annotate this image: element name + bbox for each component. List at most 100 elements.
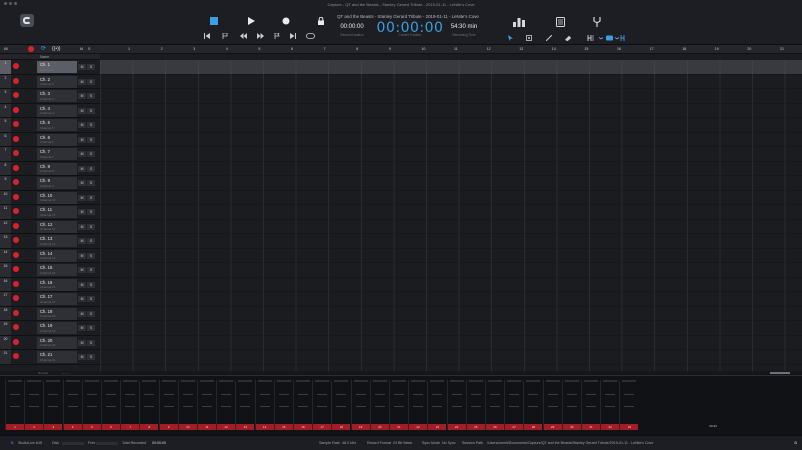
play-button[interactable] bbox=[246, 16, 256, 26]
mute-button[interactable]: M bbox=[78, 209, 86, 215]
track-number[interactable]: 19 bbox=[0, 321, 11, 335]
channel-label[interactable]: 5 bbox=[82, 424, 101, 430]
channel-label[interactable]: 3 bbox=[44, 424, 63, 430]
mute-button[interactable]: M bbox=[78, 310, 86, 317]
track-row[interactable]: 7 Ch. 7 Channel 7 MS bbox=[0, 147, 100, 162]
solo-button[interactable]: S bbox=[87, 78, 95, 85]
mixer-channel-strip[interactable]: 12 bbox=[216, 380, 236, 430]
channel-label[interactable]: 24 bbox=[447, 424, 466, 430]
eraser-tool-button[interactable] bbox=[564, 34, 572, 42]
record-arm-button[interactable] bbox=[13, 63, 19, 69]
mixer-channel-strip[interactable]: 30 bbox=[561, 380, 581, 430]
channel-label[interactable]: 11 bbox=[198, 424, 216, 430]
record-arm-button[interactable] bbox=[13, 324, 19, 330]
bar-number[interactable]: 1 bbox=[128, 47, 130, 51]
track-number[interactable]: 3 bbox=[0, 89, 11, 103]
all-tracks-label[interactable]: All bbox=[4, 47, 8, 51]
go-to-end-button[interactable] bbox=[289, 32, 297, 40]
mute-button[interactable]: M bbox=[78, 122, 86, 128]
mixer-channel-strip[interactable]: 19 bbox=[350, 380, 370, 430]
mixer-channel-strip[interactable]: 7 bbox=[120, 380, 140, 430]
channel-label[interactable]: 8 bbox=[140, 424, 159, 430]
record-arm-button[interactable] bbox=[13, 106, 19, 113]
mixer-channel-strip[interactable]: 23 bbox=[427, 380, 447, 430]
s-header[interactable]: S bbox=[88, 47, 90, 51]
solo-button[interactable]: S bbox=[87, 310, 95, 317]
meters-view-button[interactable] bbox=[512, 16, 526, 28]
mute-button[interactable]: M bbox=[78, 93, 86, 99]
record-arm-button[interactable] bbox=[13, 251, 19, 258]
channel-label[interactable]: 29 bbox=[543, 424, 562, 430]
timeline-grid[interactable] bbox=[100, 60, 802, 371]
stop-button[interactable] bbox=[209, 16, 219, 26]
track-number[interactable]: 1 bbox=[0, 60, 11, 74]
fast-forward-button[interactable] bbox=[256, 32, 264, 40]
record-arm-button[interactable] bbox=[13, 121, 19, 127]
solo-button[interactable]: S bbox=[87, 296, 95, 302]
record-arm-button[interactable] bbox=[13, 92, 19, 98]
solo-button[interactable]: S bbox=[87, 165, 95, 172]
solo-button[interactable]: S bbox=[87, 122, 95, 128]
record-all-icon[interactable] bbox=[28, 46, 34, 52]
track-number[interactable]: 20 bbox=[0, 335, 11, 349]
channel-label[interactable]: 4 bbox=[63, 424, 82, 430]
lock-button[interactable] bbox=[316, 16, 326, 26]
mute-button[interactable]: M bbox=[78, 354, 86, 360]
channel-label[interactable]: 15 bbox=[274, 424, 293, 430]
track-number[interactable]: 2 bbox=[0, 74, 11, 88]
bar-number[interactable]: 8 bbox=[356, 47, 358, 51]
channel-label[interactable]: 6 bbox=[102, 424, 120, 430]
record-arm-button[interactable] bbox=[13, 179, 19, 185]
solo-button[interactable]: S bbox=[87, 194, 95, 201]
bar-number[interactable]: 15 bbox=[584, 47, 588, 51]
channel-label[interactable]: 2 bbox=[25, 424, 44, 430]
snap-settings-button[interactable] bbox=[586, 34, 626, 42]
track-row[interactable]: 11 Ch. 11 Channel 11 M S bbox=[0, 205, 100, 220]
mixer-channel-strip[interactable]: 32 bbox=[600, 380, 620, 430]
mixer-channel-strip[interactable]: 18 bbox=[331, 380, 351, 430]
bar-number[interactable]: 14 bbox=[552, 47, 556, 51]
mixer-channel-strip[interactable]: 8 bbox=[139, 380, 159, 430]
record-arm-button[interactable] bbox=[13, 295, 19, 301]
track-row[interactable]: 6 Ch. 6 Channel 6 MS bbox=[0, 132, 100, 147]
channel-label[interactable]: 23 bbox=[428, 424, 447, 430]
bar-number[interactable]: 5 bbox=[258, 47, 260, 51]
track-number[interactable]: 16 bbox=[0, 277, 11, 291]
solo-button[interactable]: S bbox=[87, 107, 95, 114]
mute-button[interactable]: M bbox=[78, 151, 86, 157]
mute-button[interactable]: M bbox=[78, 78, 86, 85]
mute-button[interactable]: M bbox=[78, 296, 86, 302]
mixer-channel-strip[interactable]: 15 bbox=[273, 380, 293, 430]
record-arm-button[interactable] bbox=[13, 193, 19, 200]
mute-button[interactable]: M bbox=[78, 194, 86, 201]
track-row[interactable]: 1 Ch. 1 Channel 1 MS bbox=[0, 60, 100, 75]
bar-number[interactable]: 16 bbox=[617, 47, 621, 51]
mixer-channel-strip[interactable]: 4 bbox=[62, 380, 82, 430]
rewind-button[interactable] bbox=[239, 32, 247, 40]
record-arm-button[interactable] bbox=[13, 237, 19, 243]
mixer-channel-strip[interactable]: 16 bbox=[293, 380, 312, 430]
solo-button[interactable]: S bbox=[87, 354, 95, 360]
track-row[interactable]: 10 Ch. 10 Channel 10 M S bbox=[0, 190, 100, 205]
bar-number[interactable]: 3 bbox=[193, 47, 195, 51]
bar-number[interactable]: 20 bbox=[747, 47, 751, 51]
track-number[interactable]: 9 bbox=[0, 176, 11, 190]
mixer-channel-strip[interactable]: 33 bbox=[619, 380, 639, 430]
bar-number[interactable]: 4 bbox=[226, 47, 228, 51]
channel-label[interactable]: 9 bbox=[159, 424, 178, 430]
track-number[interactable]: 15 bbox=[0, 263, 11, 277]
record-arm-button[interactable] bbox=[13, 164, 19, 171]
bar-number[interactable]: 18 bbox=[682, 47, 686, 51]
marker-button[interactable] bbox=[221, 32, 229, 40]
channel-label[interactable]: 20 bbox=[370, 424, 389, 430]
mixer-channel-strip[interactable]: 24 bbox=[446, 380, 466, 430]
record-arm-button[interactable] bbox=[13, 266, 19, 272]
bar-number[interactable]: 2 bbox=[161, 47, 163, 51]
bar-number[interactable]: 10 bbox=[421, 47, 425, 51]
mute-button[interactable]: M bbox=[78, 223, 86, 230]
channel-label[interactable]: 18 bbox=[332, 424, 351, 430]
mixer-channel-strip[interactable]: 6 bbox=[101, 380, 120, 430]
solo-button[interactable]: S bbox=[87, 339, 95, 346]
mute-button[interactable]: M bbox=[78, 107, 86, 114]
mute-button[interactable]: M bbox=[78, 339, 86, 346]
